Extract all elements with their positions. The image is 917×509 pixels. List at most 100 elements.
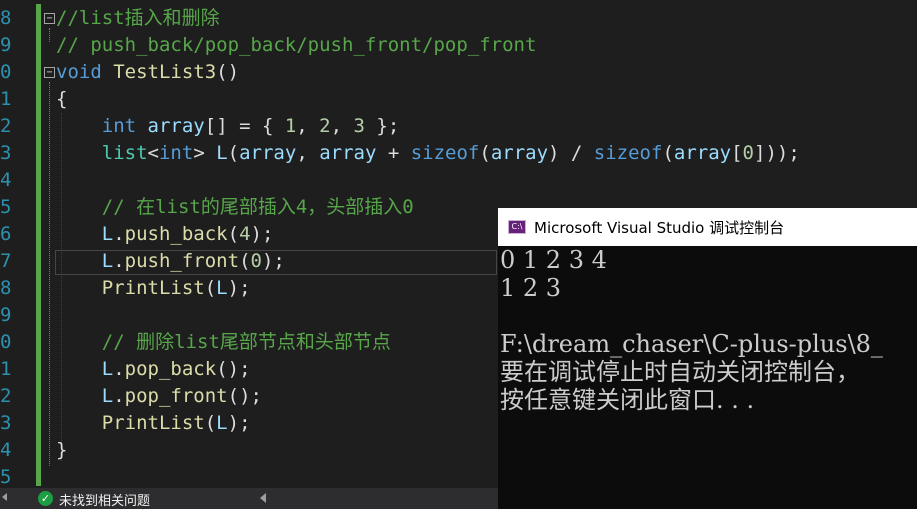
code-token-plain: , — [296, 142, 320, 164]
code-token-var: array — [490, 142, 549, 164]
code-token-plain: . — [113, 385, 125, 407]
code-line[interactable]: int array[] = { 1, 2, 3 }; — [56, 113, 400, 140]
code-token-keyword: sizeof — [593, 142, 663, 164]
line-number: 5 — [0, 466, 12, 488]
code-line[interactable]: // 在list的尾部插入4，头部插入0 — [56, 194, 414, 221]
console-line: 按任意键关闭此窗口. . . — [500, 386, 755, 414]
code-token-plain: () — [216, 61, 240, 83]
code-line[interactable]: list<int> L(array, array + sizeof(array)… — [56, 140, 800, 167]
code-token-plain: ) / — [548, 142, 594, 164]
code-token-plain: [ — [731, 142, 743, 164]
code-token-plain: [] = { — [204, 115, 285, 137]
code-line[interactable]: // push_back/pop_back/push_front/pop_fro… — [56, 32, 536, 59]
console-line: 1 2 3 — [500, 274, 562, 302]
code-token-func: pop_back — [124, 358, 217, 380]
code-token-plain: > — [193, 142, 217, 164]
code-line[interactable]: // 删除list尾部节点和头部节点 — [56, 329, 391, 356]
code-token-number: 0 — [742, 142, 754, 164]
code-token-plain: { — [56, 88, 68, 110]
collapse-comment-icon[interactable]: − — [44, 13, 55, 24]
code-line[interactable]: L.pop_front(); — [56, 383, 262, 410]
debug-console-window[interactable]: C:\ Microsoft Visual Studio 调试控制台 0 1 2 … — [498, 208, 917, 509]
horizontal-scroll-left-icon[interactable] — [260, 493, 266, 503]
code-line[interactable]: void TestList3() — [56, 59, 239, 86]
code-token-number: 0 — [250, 250, 262, 272]
code-line[interactable]: PrintList(L); — [56, 410, 251, 437]
console-line: 0 1 2 3 4 — [500, 246, 607, 274]
code-token-var: array — [319, 142, 377, 164]
outline-guide — [49, 82, 51, 466]
check-circle-icon: ✓ — [38, 491, 53, 506]
line-number: 8 — [0, 277, 12, 299]
code-token-var: L — [216, 277, 228, 299]
code-token-plain: + — [376, 142, 411, 164]
line-number: 0 — [0, 331, 12, 353]
code-token-plain: ); — [227, 412, 251, 434]
code-token-number: 4 — [239, 223, 251, 245]
code-token-plain: } — [56, 439, 68, 461]
line-number: 3 — [0, 142, 12, 164]
console-line: F:\dream_chaser\C-plus-plus\8_ — [500, 330, 883, 358]
line-number: 5 — [0, 196, 12, 218]
code-token-plain: , — [330, 115, 354, 137]
code-token-var: L — [101, 385, 114, 407]
code-line[interactable]: //list插入和删除 — [56, 5, 220, 32]
line-number: 6 — [0, 223, 12, 245]
code-line[interactable]: L.push_back(4); — [56, 221, 274, 248]
code-token-plain: (); — [216, 358, 251, 380]
editor-status-bar: ✓ 未找到相关问题 — [0, 488, 498, 509]
code-line[interactable]: } — [56, 437, 67, 464]
code-token-plain: ( — [227, 142, 240, 164]
code-line[interactable]: { — [56, 86, 67, 113]
line-number: 9 — [0, 304, 12, 326]
code-token-var: L — [101, 223, 114, 245]
code-token-plain: ( — [227, 223, 240, 245]
console-title-bar[interactable]: C:\ Microsoft Visual Studio 调试控制台 — [498, 208, 917, 246]
code-token-var: L — [101, 358, 114, 380]
code-token-number: 2 — [319, 115, 331, 137]
code-token-plain: ( — [204, 277, 217, 299]
code-token-plain: ); — [261, 250, 285, 272]
code-token-plain: ); — [227, 277, 251, 299]
code-line[interactable]: L.push_front(0); — [56, 248, 285, 275]
line-number: 8 — [0, 7, 12, 29]
vs-console-icon: C:\ — [508, 220, 526, 234]
code-token-type: list — [101, 142, 148, 164]
change-tracking-bar — [36, 4, 41, 486]
line-number: 3 — [0, 412, 12, 434]
code-token-plain: ( — [239, 250, 251, 272]
code-token-plain: (); — [227, 385, 262, 407]
line-number: 2 — [0, 115, 12, 137]
code-line[interactable]: PrintList(L); — [56, 275, 251, 302]
code-token-plain: ( — [479, 142, 491, 164]
issues-status-text[interactable]: 未找到相关问题 — [59, 490, 150, 509]
scroll-left-icon[interactable] — [2, 493, 7, 501]
code-token-keyword: int — [101, 115, 137, 137]
code-line[interactable]: L.pop_back(); — [56, 356, 251, 383]
code-token-func: PrintList — [101, 412, 205, 434]
code-token-plain: }; — [364, 115, 400, 137]
code-token-keyword: void — [56, 61, 102, 83]
code-token-func: push_back — [124, 223, 228, 245]
code-token-func: TestList3 — [113, 61, 217, 83]
code-token-comment: // push_back/pop_back/push_front/pop_fro… — [56, 34, 537, 56]
code-token-plain: . — [113, 250, 125, 272]
code-token-comment: //list插入和删除 — [56, 7, 220, 29]
code-token-plain: ( — [204, 412, 217, 434]
collapse-function-icon[interactable]: − — [44, 67, 55, 78]
line-number: 9 — [0, 34, 12, 56]
line-number: 0 — [0, 61, 12, 83]
console-output[interactable]: 0 1 2 3 41 2 3 F:\dream_chaser\C-plus-plu… — [500, 246, 917, 509]
code-token-comment: // 在list的尾部插入4，头部插入0 — [101, 196, 414, 218]
code-token-func: PrintList — [101, 277, 205, 299]
line-number: 2 — [0, 385, 12, 407]
